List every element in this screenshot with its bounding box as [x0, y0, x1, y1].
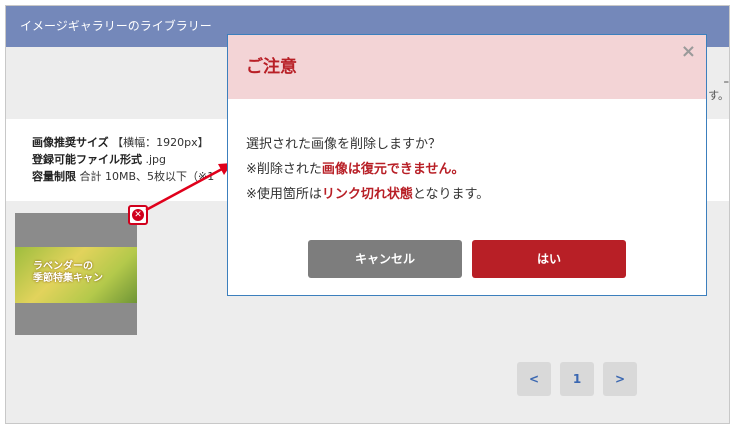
upper-edge-text: ｰ す。: [708, 76, 729, 102]
info-row-size: 画像推奨サイズ 【横幅：1920px】: [32, 135, 209, 151]
image-thumbnail[interactable]: ラベンダーの 季節特集キャン: [15, 213, 137, 335]
dialog-line-2-emphasis: 画像は復元できません。: [321, 162, 465, 177]
info-label: 画像推奨サイズ: [32, 136, 109, 149]
dialog-line-3-prefix: ※使用箇所は: [246, 187, 322, 202]
caption-line: 季節特集キャン: [33, 273, 103, 284]
info-value: 【横幅：1920px】: [112, 136, 209, 149]
info-label: 容量制限: [32, 170, 76, 183]
pagination-prev-button[interactable]: <: [517, 362, 551, 396]
edge-line: す。: [708, 89, 729, 102]
dialog-line-3: ※使用箇所はリンク切れ状態となります。: [246, 182, 489, 207]
info-row-capacity: 容量制限 合計 10MB、5枚以下（※1: [32, 169, 214, 185]
info-row-format: 登録可能ファイル形式 .jpg: [32, 152, 166, 168]
dialog-line-3-suffix: となります。: [412, 187, 490, 202]
pagination-page-1[interactable]: 1: [560, 362, 594, 396]
caption-line: ラベンダーの: [33, 261, 93, 272]
dialog-line-3-emphasis: リンク切れ状態: [321, 187, 413, 202]
thumbnail-caption: ラベンダーの 季節特集キャン: [33, 261, 103, 285]
dialog-message: 選択された画像を削除しますか？ ※削除された画像は復元できません。 ※使用箇所は…: [246, 132, 489, 207]
dialog-line-1: 選択された画像を削除しますか？: [246, 137, 442, 152]
dialog-title: ご注意: [246, 57, 297, 77]
confirm-button[interactable]: はい: [472, 240, 626, 278]
close-icon[interactable]: ×: [681, 41, 696, 63]
dialog-line-2: ※削除された画像は復元できません。: [246, 157, 489, 182]
delete-image-button[interactable]: ✕: [128, 205, 148, 225]
info-label: 登録可能ファイル形式: [32, 153, 142, 166]
dialog-header: ご注意 ×: [228, 35, 706, 99]
confirm-delete-dialog: ご注意 × 選択された画像を削除しますか？ ※削除された画像は復元できません。 …: [227, 34, 707, 296]
info-value: .jpg: [145, 153, 167, 166]
info-value: 合計 10MB、5枚以下（※1: [79, 170, 215, 183]
edge-line: ｰ: [723, 76, 730, 89]
cancel-button[interactable]: キャンセル: [308, 240, 462, 278]
pagination-next-button[interactable]: >: [603, 362, 637, 396]
dialog-line-2-prefix: ※削除された: [246, 162, 322, 177]
delete-x-icon: ✕: [132, 209, 144, 221]
